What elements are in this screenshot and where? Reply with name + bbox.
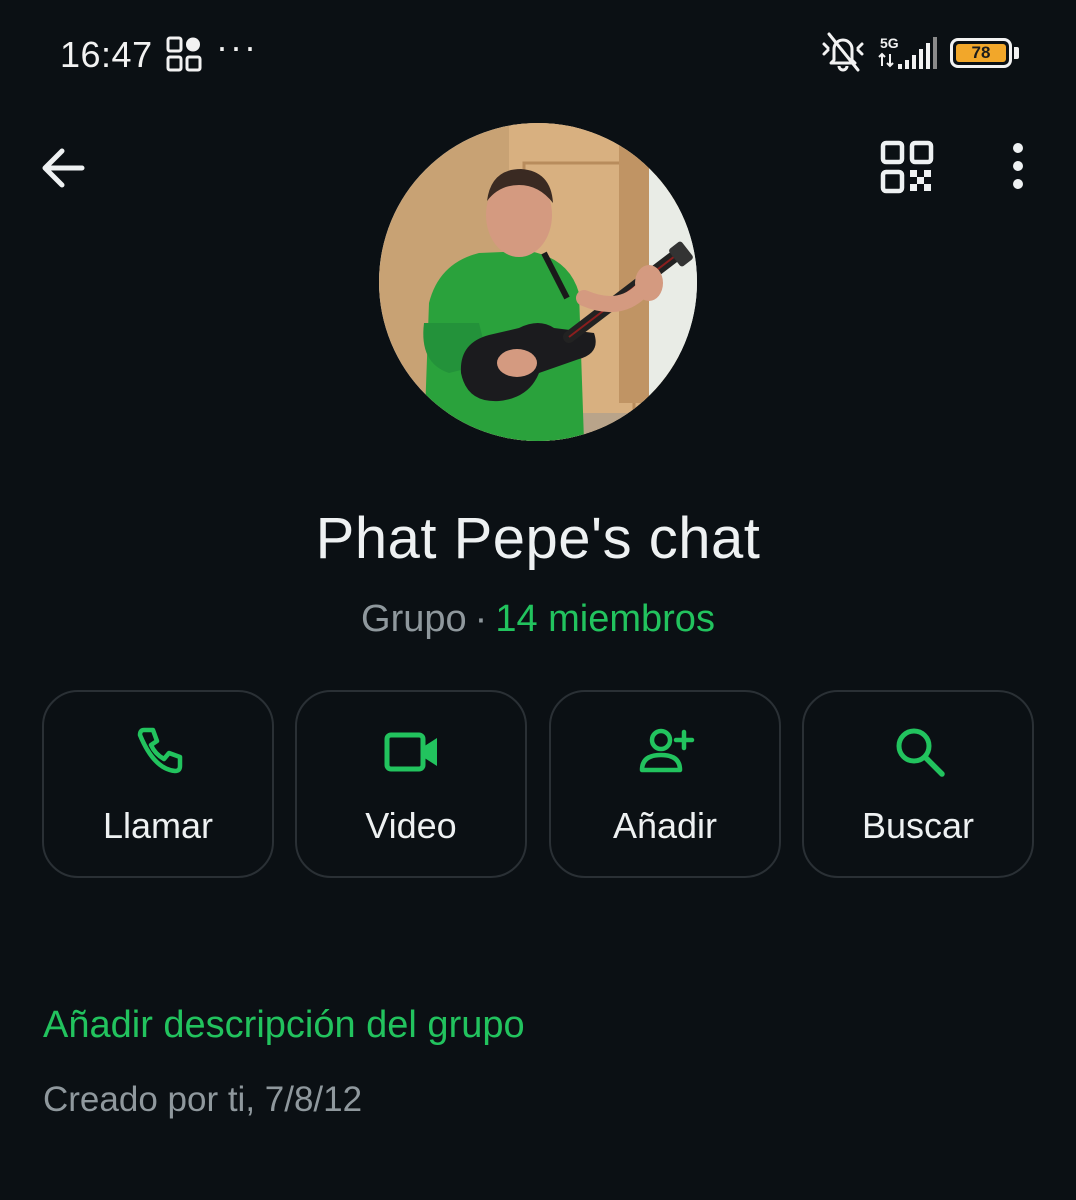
video-camera-icon [384,732,437,772]
action-buttons: Llamar Video Añadir Buscar [42,690,1034,878]
call-label: Llamar [102,805,214,846]
video-button[interactable]: Video [295,690,527,878]
group-avatar[interactable] [379,123,697,441]
battery-level: 78 [956,44,1006,62]
video-label: Video [365,805,457,846]
group-photo [379,123,697,441]
group-meta: Grupo · 14 miembros [0,598,1076,641]
group-name: Phat Pepe's chat [315,506,761,571]
status-bar: 16:47 ··· 5G 78 [0,0,1076,104]
members-link[interactable]: 14 miembros [495,598,715,640]
mute-icon [822,32,864,72]
meta-separator: · [474,598,488,640]
group-type: Grupo [361,598,467,640]
back-button[interactable] [34,138,94,198]
call-button[interactable]: Llamar [42,690,274,878]
more-vertical-icon [1013,143,1023,189]
add-person-icon [639,728,695,773]
battery-icon: 78 [950,38,1020,68]
add-description-link[interactable]: Añadir descripción del grupo [43,1004,525,1047]
arrow-left-icon [42,148,85,188]
add-label: Añadir [612,805,718,846]
apps-icon [166,36,202,72]
created-info: Creado por ti, 7/8/12 [43,1080,363,1119]
add-member-button[interactable]: Añadir [549,690,781,878]
search-icon [896,728,945,777]
phone-icon [137,727,183,774]
search-label: Buscar [861,805,975,846]
qr-code-button[interactable] [878,138,936,196]
network-type: 5G [880,35,899,51]
more-notifications-icon: ··· [216,26,258,67]
search-button[interactable]: Buscar [802,690,1034,878]
status-time: 16:47 [60,34,153,75]
qr-code-icon [880,140,934,194]
more-options-button[interactable] [996,136,1040,196]
signal-icon: 5G [878,35,937,69]
